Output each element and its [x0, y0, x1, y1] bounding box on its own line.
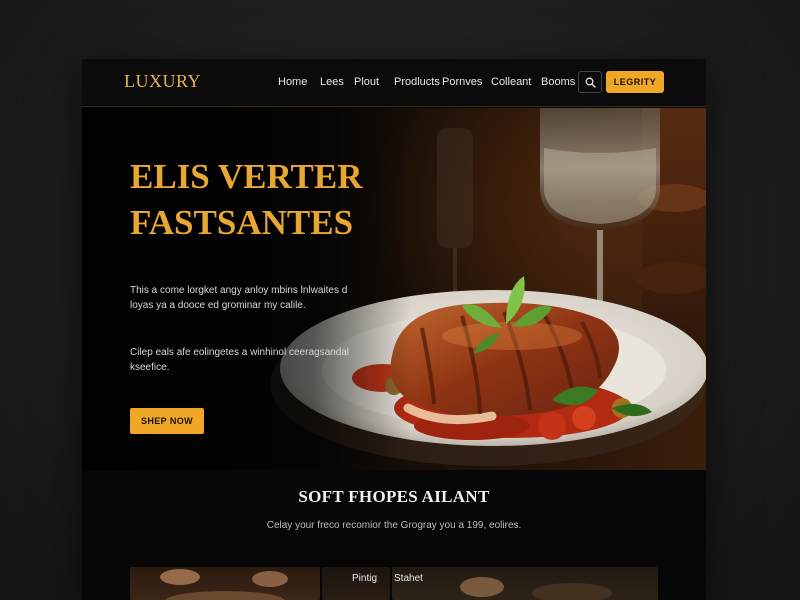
- section-title: SOFT FHOPES AILANT: [298, 487, 490, 506]
- nav-link-5[interactable]: Pornves: [442, 76, 482, 88]
- nav-link-products[interactable]: Prodlucts: [394, 76, 440, 88]
- card-2[interactable]: Pintig: [322, 567, 390, 600]
- search-button[interactable]: [578, 71, 602, 93]
- nav-link-3[interactable]: Plout: [354, 76, 379, 88]
- card-3[interactable]: Stahet: [392, 567, 658, 600]
- card-row: Pintig Stahet: [130, 567, 658, 600]
- hero-title-line-1: ELIS VERTER: [130, 157, 363, 196]
- nav-link-2[interactable]: Lees: [320, 76, 344, 88]
- section-description: Celay your freco recomior the Grogray yo…: [266, 520, 522, 531]
- card-1-image: [160, 569, 288, 600]
- website-page: LUXURY Home Lees Plout Prodlucts Pornves…: [82, 59, 706, 600]
- nav-cta-button[interactable]: LEGRITY: [606, 71, 664, 93]
- hero-description: This a come lorgket angy anloy mbins lnl…: [130, 285, 348, 311]
- top-navigation: LUXURY Home Lees Plout Prodlucts Pornves…: [82, 59, 706, 107]
- card-2-label: Pintig: [352, 573, 378, 584]
- nav-link-6[interactable]: Colleant: [491, 76, 531, 88]
- hero-section: ELIS VERTER FASTSANTES This a come lorgk…: [82, 108, 706, 470]
- nav-link-home[interactable]: Home: [278, 76, 307, 88]
- card-3-label: Stahet: [394, 573, 423, 584]
- hero-title: ELIS VERTER FASTSANTES: [130, 154, 430, 246]
- card-3-image: [460, 577, 612, 600]
- nav-link-7[interactable]: Booms: [541, 76, 575, 88]
- hero-title-line-2: FASTSANTES: [130, 203, 354, 242]
- hero-description-2: Cilep eals afe eolingetes a winhinol cee…: [130, 347, 350, 373]
- search-icon: [585, 77, 596, 88]
- card-1[interactable]: [130, 567, 320, 600]
- brand-logo[interactable]: LUXURY: [124, 71, 201, 92]
- shop-now-button[interactable]: SHEP NOW: [130, 408, 204, 434]
